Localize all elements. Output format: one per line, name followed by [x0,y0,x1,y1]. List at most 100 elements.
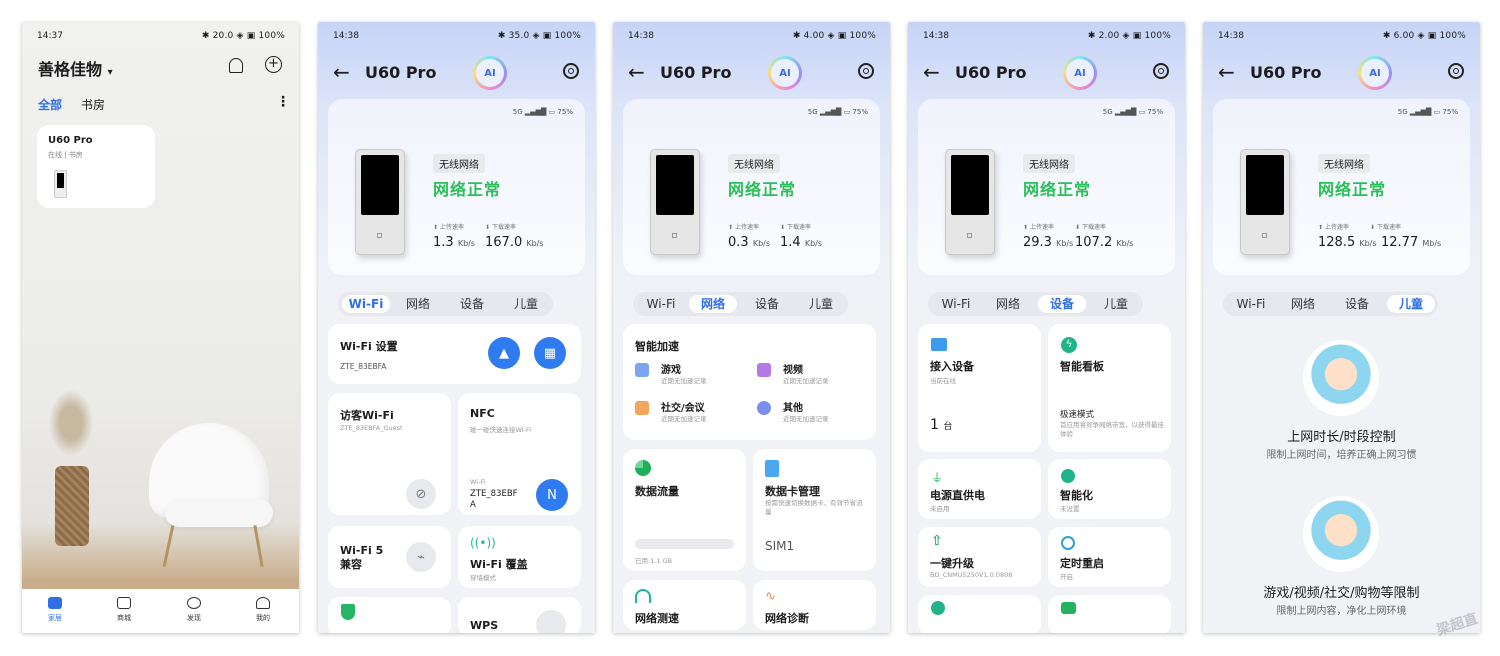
back-icon[interactable]: ← [628,62,645,82]
reboot-title: 定时重启 [1060,557,1104,570]
tab-devices[interactable]: 设备 [448,295,496,313]
upload-label: ⬆ 上传速率 [433,224,464,231]
nfc-card[interactable]: NFC 碰一碰快速连接Wi-Fi Wi-Fi ZTE_83EBF A N [458,393,581,515]
kid-content-illustration [1303,496,1379,572]
content-control-title[interactable]: 游戏/视频/社交/购物等限制 [1203,582,1480,601]
device-card[interactable]: U60 Pro 在线 | 书房 [37,125,155,208]
header: ← U60 Pro AI [908,56,1185,90]
accel-game[interactable]: 游戏 [661,361,681,376]
power-title: 电源直供电 [930,489,985,502]
ai-assistant-icon[interactable]: AI [768,56,802,90]
wifi5-compat-card[interactable]: Wi-Fi 5 兼容 ⌁ [328,526,451,588]
rocket-icon[interactable]: ▲ [488,337,520,369]
ai-assistant-icon[interactable]: AI [473,56,507,90]
nav-mall[interactable]: 商城 [104,597,144,623]
guest-wifi-card[interactable]: 访客Wi-Fi ZTE_83EBFA_Guest ⊘ [328,393,451,515]
sim-manager-card[interactable]: 数据卡管理 按需快速切换数据卡，有效节省流量 SIM1 [753,449,876,571]
time-control-title[interactable]: 上网时长/时段控制 [1203,426,1480,445]
connected-devices-card[interactable]: 接入设备 当前在线 1 台 [918,324,1041,452]
smart-board-card[interactable]: ϟ 智能看板 极速模式 首应用将竞争网络带宽，以获得最佳体验 [1048,324,1171,452]
settings-gear-icon[interactable] [1448,63,1464,79]
status-icons: ✱ 4.00 ◈ ▣ 100% [792,31,876,41]
nav-discover[interactable]: 发现 [174,597,214,623]
status-time: 14:38 [333,31,359,41]
tab-kids[interactable]: 儿童 [502,295,550,313]
data-traffic-card[interactable]: 数据流量 已用:1.1 GB [623,449,746,571]
power-card[interactable]: ⏚ 电源直供电 未启用 [918,459,1041,519]
ai-assistant-icon[interactable]: AI [1063,56,1097,90]
section-tabs: Wi-Fi 网络 设备 儿童 [338,292,553,316]
nfc-icon[interactable]: N [536,479,568,511]
status-bar: 14:38 ✱ 6.00 ◈ ▣ 100% [1203,31,1480,45]
message-icon [1061,602,1076,614]
guest-wifi-title: 访客Wi-Fi [340,409,394,422]
settings-gear-icon[interactable] [858,63,874,79]
user-icon [256,597,270,609]
tab-network[interactable]: 网络 [394,295,442,313]
tab-kids[interactable]: 儿童 [1387,295,1435,313]
signal-battery-indicator: 5G ▂▄▆█ ▭ 75% [807,108,868,116]
accel-social[interactable]: 社交/会议 [661,399,705,414]
add-icon[interactable]: + [265,56,282,73]
nav-me[interactable]: 我的 [243,597,283,623]
sim-slot: SIM1 [765,539,795,553]
upgrade-version: BD_CNMU5250V1.0.0808 [930,571,1013,579]
more-icon[interactable]: ⋮ [276,94,290,110]
wifi5-off-icon[interactable]: ⌁ [406,542,436,572]
upload-rate: 0.3 Kb/s [728,235,771,250]
tab-wifi[interactable]: Wi-Fi [1227,295,1275,313]
back-icon[interactable]: ← [923,62,940,82]
download-label: ⬇ 下载速率 [1075,224,1106,231]
wps-card[interactable]: WPS [458,597,581,633]
back-icon[interactable]: ← [333,62,350,82]
tab-kids[interactable]: 儿童 [797,295,845,313]
tab-network[interactable]: 网络 [984,295,1032,313]
back-icon[interactable]: ← [1218,62,1235,82]
accel-video[interactable]: 视频 [783,361,803,376]
home-screen: 14:37 ✱ 20.0 ◈ ▣ 100% 善格佳物 ▾ + 全部 书房 ⋮ U6… [22,22,299,633]
reboot-card[interactable]: 定时重启 开启 [1048,527,1171,587]
compass-icon [187,597,201,609]
tab-wifi[interactable]: Wi-Fi [342,295,390,313]
device-image [945,149,995,255]
device-image [355,149,405,255]
home-title[interactable]: 善格佳物 ▾ [38,56,113,80]
qr-code-icon[interactable]: ▦ [534,337,566,369]
guest-off-icon[interactable]: ⊘ [406,479,436,509]
settings-gear-icon[interactable] [563,63,579,79]
tab-network[interactable]: 网络 [689,295,737,313]
security-card[interactable] [328,597,451,633]
diagnosis-card[interactable]: ∿ 网络诊断 [753,580,876,630]
tab-study[interactable]: 书房 [81,96,105,113]
tab-devices[interactable]: 设备 [743,295,791,313]
settings-gear-icon[interactable] [1153,63,1169,79]
nav-home[interactable]: 家居 [35,597,75,623]
bottom-nav: 家居 商城 发现 我的 [22,589,299,633]
wps-toggle[interactable] [536,610,566,633]
upgrade-card[interactable]: ⇧ 一键升级 BD_CNMU5250V1.0.0808 [918,527,1041,587]
sleep-card[interactable] [918,595,1041,633]
accel-other[interactable]: 其他 [783,399,803,414]
tab-network[interactable]: 网络 [1279,295,1327,313]
devices-screen: 14:38 ✱ 2.00 ◈ ▣ 100% ← U60 Pro AI 5G ▂▄▆█ … [908,22,1185,633]
wifi-coverage-card[interactable]: ((•)) Wi-Fi 覆盖 穿墙模式 [458,526,581,588]
tab-all[interactable]: 全部 [38,96,62,113]
tab-wifi[interactable]: Wi-Fi [637,295,685,313]
nfc-ssid: ZTE_83EBF A [470,489,518,510]
speedtest-card[interactable]: 网络测速 [623,580,746,630]
home-icon [48,597,62,609]
network-status: 网络正常 [1023,180,1092,199]
plant-image [40,384,100,546]
tab-devices[interactable]: 设备 [1038,295,1086,313]
smart-card[interactable]: 智能化 未设置 [1048,459,1171,519]
tab-devices[interactable]: 设备 [1333,295,1381,313]
ai-assistant-icon[interactable]: AI [1358,56,1392,90]
bell-icon[interactable] [229,58,243,73]
message-card[interactable] [1048,595,1171,633]
tab-wifi[interactable]: Wi-Fi [932,295,980,313]
smart-accel-card[interactable]: 智能加速 游戏 近期无加速记录 视频 近期无加速记录 社交/会议 近期无加速记录… [623,324,876,440]
device-thumbnail [54,170,67,198]
signal-battery-indicator: 5G ▂▄▆█ ▭ 75% [512,108,573,116]
tab-kids[interactable]: 儿童 [1092,295,1140,313]
wifi-settings-card[interactable]: Wi-Fi 设置 ZTE_83EBFA ▲ ▦ [328,324,581,384]
